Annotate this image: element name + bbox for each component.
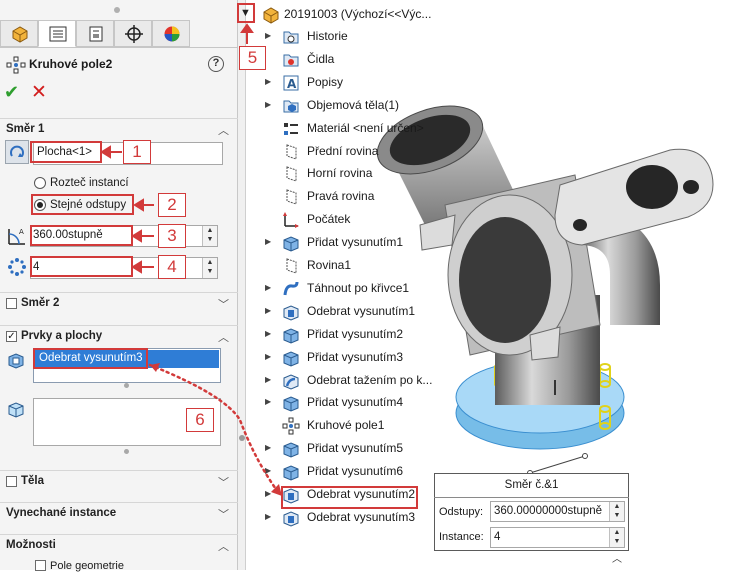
tag-instances-value: 4 (494, 531, 501, 543)
tag-divider (434, 497, 629, 498)
tag-spacing-label: Odstupy: (439, 506, 484, 518)
tag-instances-label: Instance: (439, 531, 484, 543)
tag-collapse-icon[interactable]: ︿ (612, 550, 622, 565)
callout-5: 5 (239, 46, 266, 70)
callout-6: 6 (186, 408, 214, 432)
callout-4: 4 (158, 255, 186, 279)
annotation-arrows (100, 23, 282, 496)
callout-2: 2 (158, 193, 186, 217)
callout-1: 1 (123, 140, 151, 164)
tag-title: Směr č.&1 (504, 479, 559, 491)
tag-instances-spinner[interactable]: ▲ ▼ (609, 528, 624, 547)
tag-instances-input[interactable]: ▲ ▼ (490, 527, 625, 548)
tag-spacing-spinner[interactable]: ▲ ▼ (609, 502, 624, 521)
tag-spacing-value: 360.00000000stupně (494, 505, 603, 517)
callout-3: 3 (158, 224, 186, 248)
